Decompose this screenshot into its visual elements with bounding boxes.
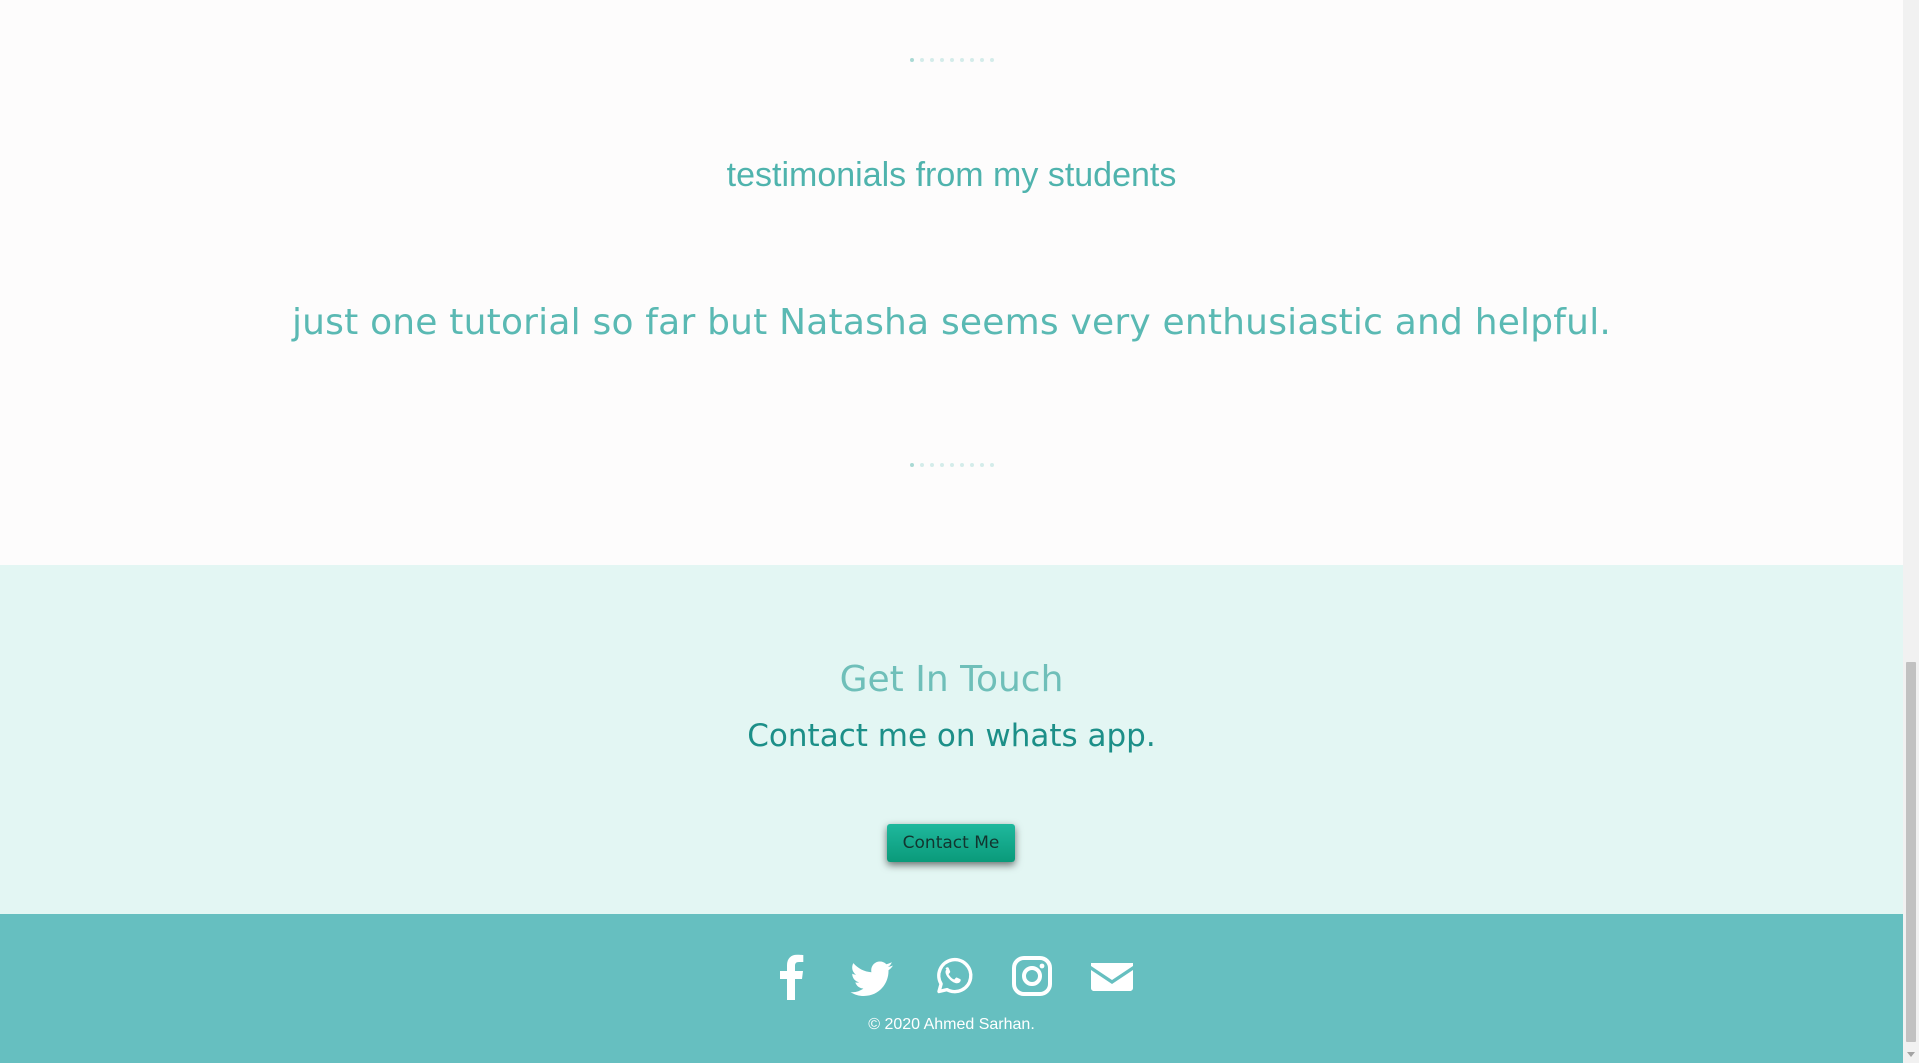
instagram-icon[interactable] bbox=[1010, 952, 1054, 1000]
carousel-dot[interactable] bbox=[949, 58, 954, 62]
carousel-dot[interactable] bbox=[979, 463, 984, 467]
carousel-dot[interactable] bbox=[909, 463, 914, 467]
carousel-dot[interactable] bbox=[919, 58, 924, 62]
contact-subheading: Contact me on whats app. bbox=[747, 718, 1156, 754]
carousel-dot[interactable] bbox=[929, 58, 934, 62]
carousel-dot[interactable] bbox=[939, 463, 944, 467]
scroll-down-arrow-icon[interactable] bbox=[1903, 1046, 1919, 1063]
footer: © 2020 Ahmed Sarhan. bbox=[0, 914, 1903, 1063]
copyright-text: © 2020 Ahmed Sarhan. bbox=[868, 1016, 1035, 1033]
carousel-indicators-bottom bbox=[0, 463, 1903, 467]
carousel-dot[interactable] bbox=[909, 58, 914, 62]
contact-heading: Get In Touch bbox=[839, 659, 1064, 700]
whatsapp-icon[interactable] bbox=[930, 952, 974, 1000]
carousel-dot[interactable] bbox=[979, 58, 984, 62]
carousel-dot[interactable] bbox=[959, 58, 964, 62]
testimonial-quote: just one tutorial so far but Natasha see… bbox=[291, 302, 1612, 343]
contact-section: Get In Touch Contact me on whats app. Co… bbox=[0, 565, 1903, 914]
page: testimonials from my students just one t… bbox=[0, 0, 1903, 1063]
carousel-dot[interactable] bbox=[989, 58, 994, 62]
carousel-dot[interactable] bbox=[919, 463, 924, 467]
vertical-scrollbar[interactable] bbox=[1903, 0, 1919, 1063]
envelope-icon[interactable] bbox=[1090, 952, 1134, 1000]
carousel-dot[interactable] bbox=[939, 58, 944, 62]
facebook-icon[interactable] bbox=[770, 952, 814, 1000]
carousel-dot[interactable] bbox=[929, 463, 934, 467]
carousel-dot[interactable] bbox=[989, 463, 994, 467]
twitter-icon[interactable] bbox=[850, 952, 894, 1000]
social-links bbox=[0, 952, 1903, 1000]
carousel-dot[interactable] bbox=[959, 463, 964, 467]
testimonials-heading: testimonials from my students bbox=[726, 156, 1177, 194]
scrollbar-thumb[interactable] bbox=[1906, 662, 1916, 1042]
carousel-dot[interactable] bbox=[949, 463, 954, 467]
carousel-indicators-top bbox=[0, 58, 1903, 62]
contact-me-button[interactable]: Contact Me bbox=[887, 824, 1015, 862]
testimonials-section: testimonials from my students just one t… bbox=[0, 0, 1903, 565]
carousel-dot[interactable] bbox=[969, 463, 974, 467]
carousel-dot[interactable] bbox=[969, 58, 974, 62]
